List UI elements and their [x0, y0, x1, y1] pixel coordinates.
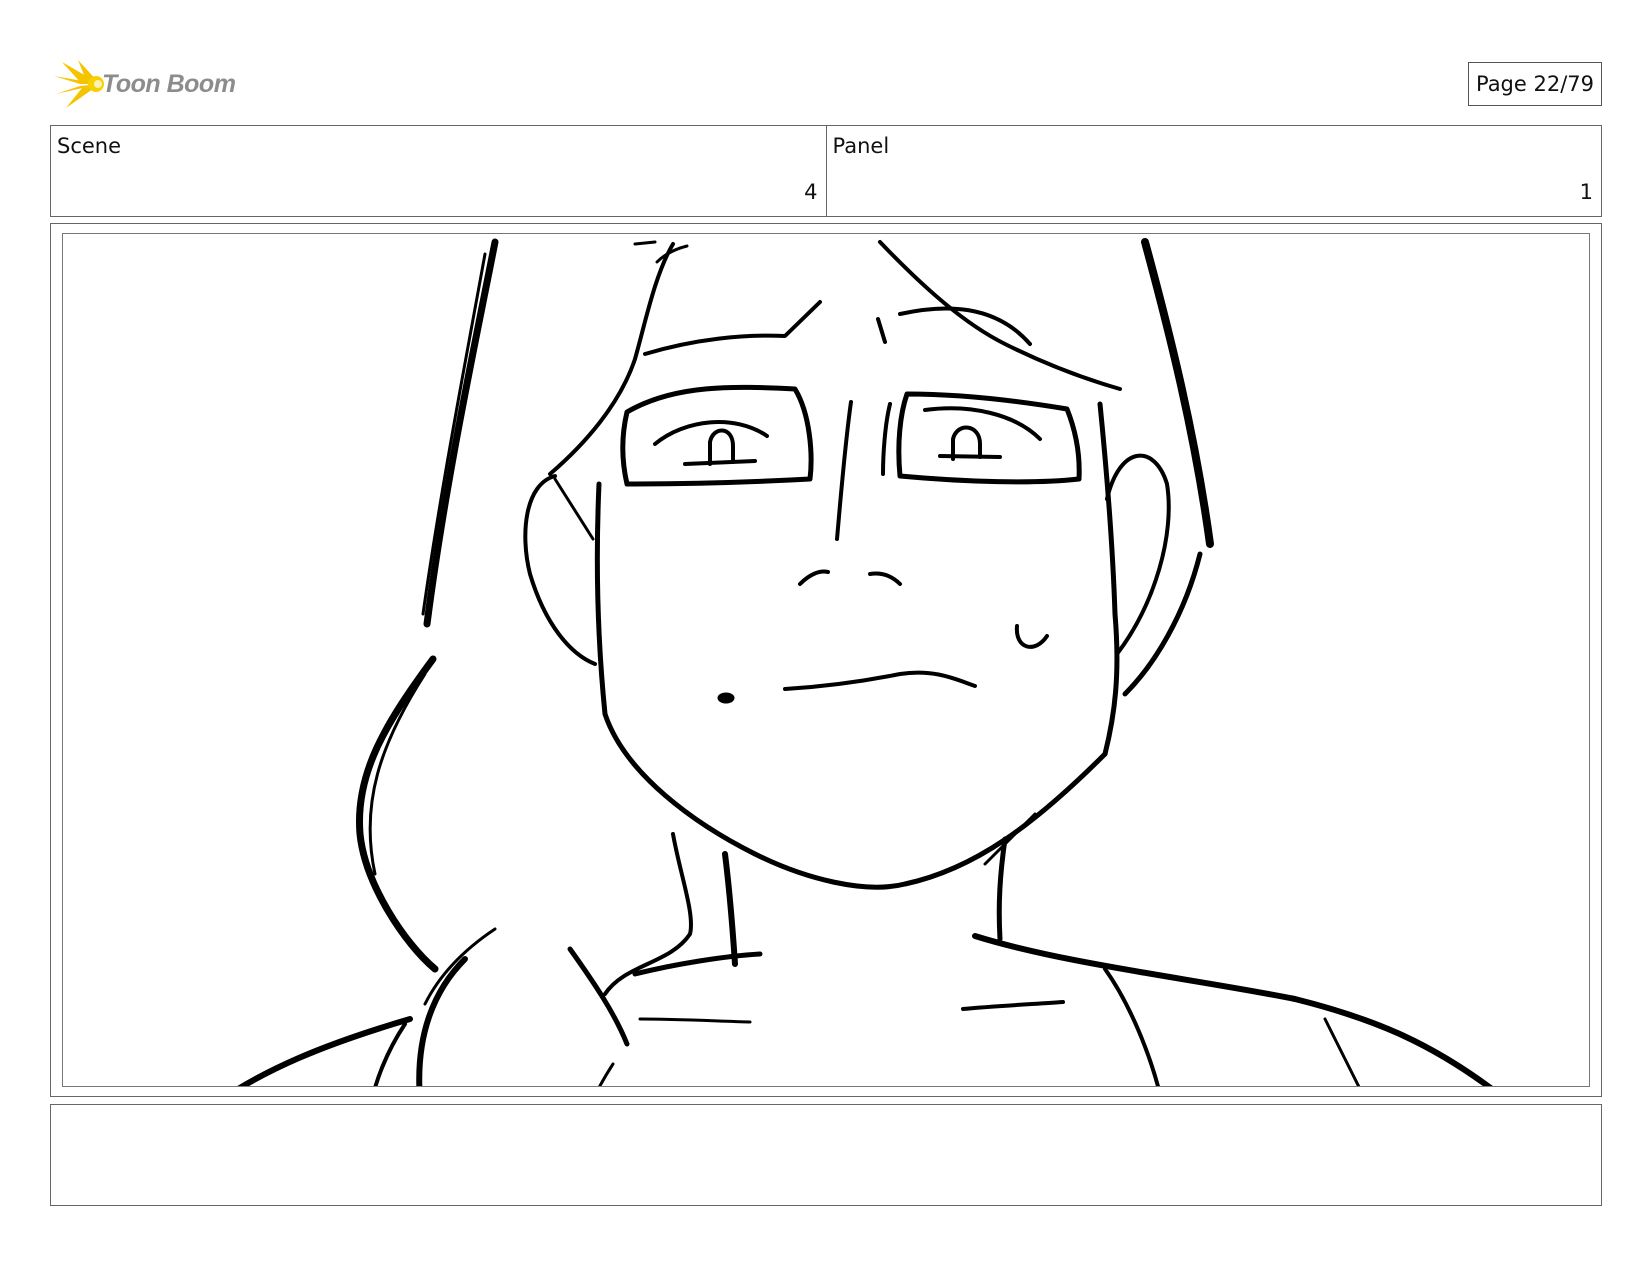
scene-label: Scene	[57, 134, 122, 158]
character-sketch	[237, 238, 1493, 1086]
scene-cell: Scene 4	[51, 126, 826, 216]
panel-value: 1	[1579, 180, 1593, 204]
panel-label: Panel	[832, 134, 890, 158]
toon-boom-logo: Toon Boom	[52, 58, 262, 110]
starburst-icon	[54, 60, 104, 108]
storyboard-panel-frame	[50, 223, 1602, 1097]
logo-text: Toon Boom	[102, 69, 236, 98]
storyboard-panel-image	[62, 233, 1590, 1087]
page-indicator: Page 22/79	[1468, 62, 1602, 106]
scene-panel-info: Scene 4 Panel 1	[50, 125, 1602, 217]
panel-cell: Panel 1	[825, 126, 1602, 216]
scene-value: 4	[804, 180, 818, 204]
panel-notes	[50, 1104, 1602, 1206]
